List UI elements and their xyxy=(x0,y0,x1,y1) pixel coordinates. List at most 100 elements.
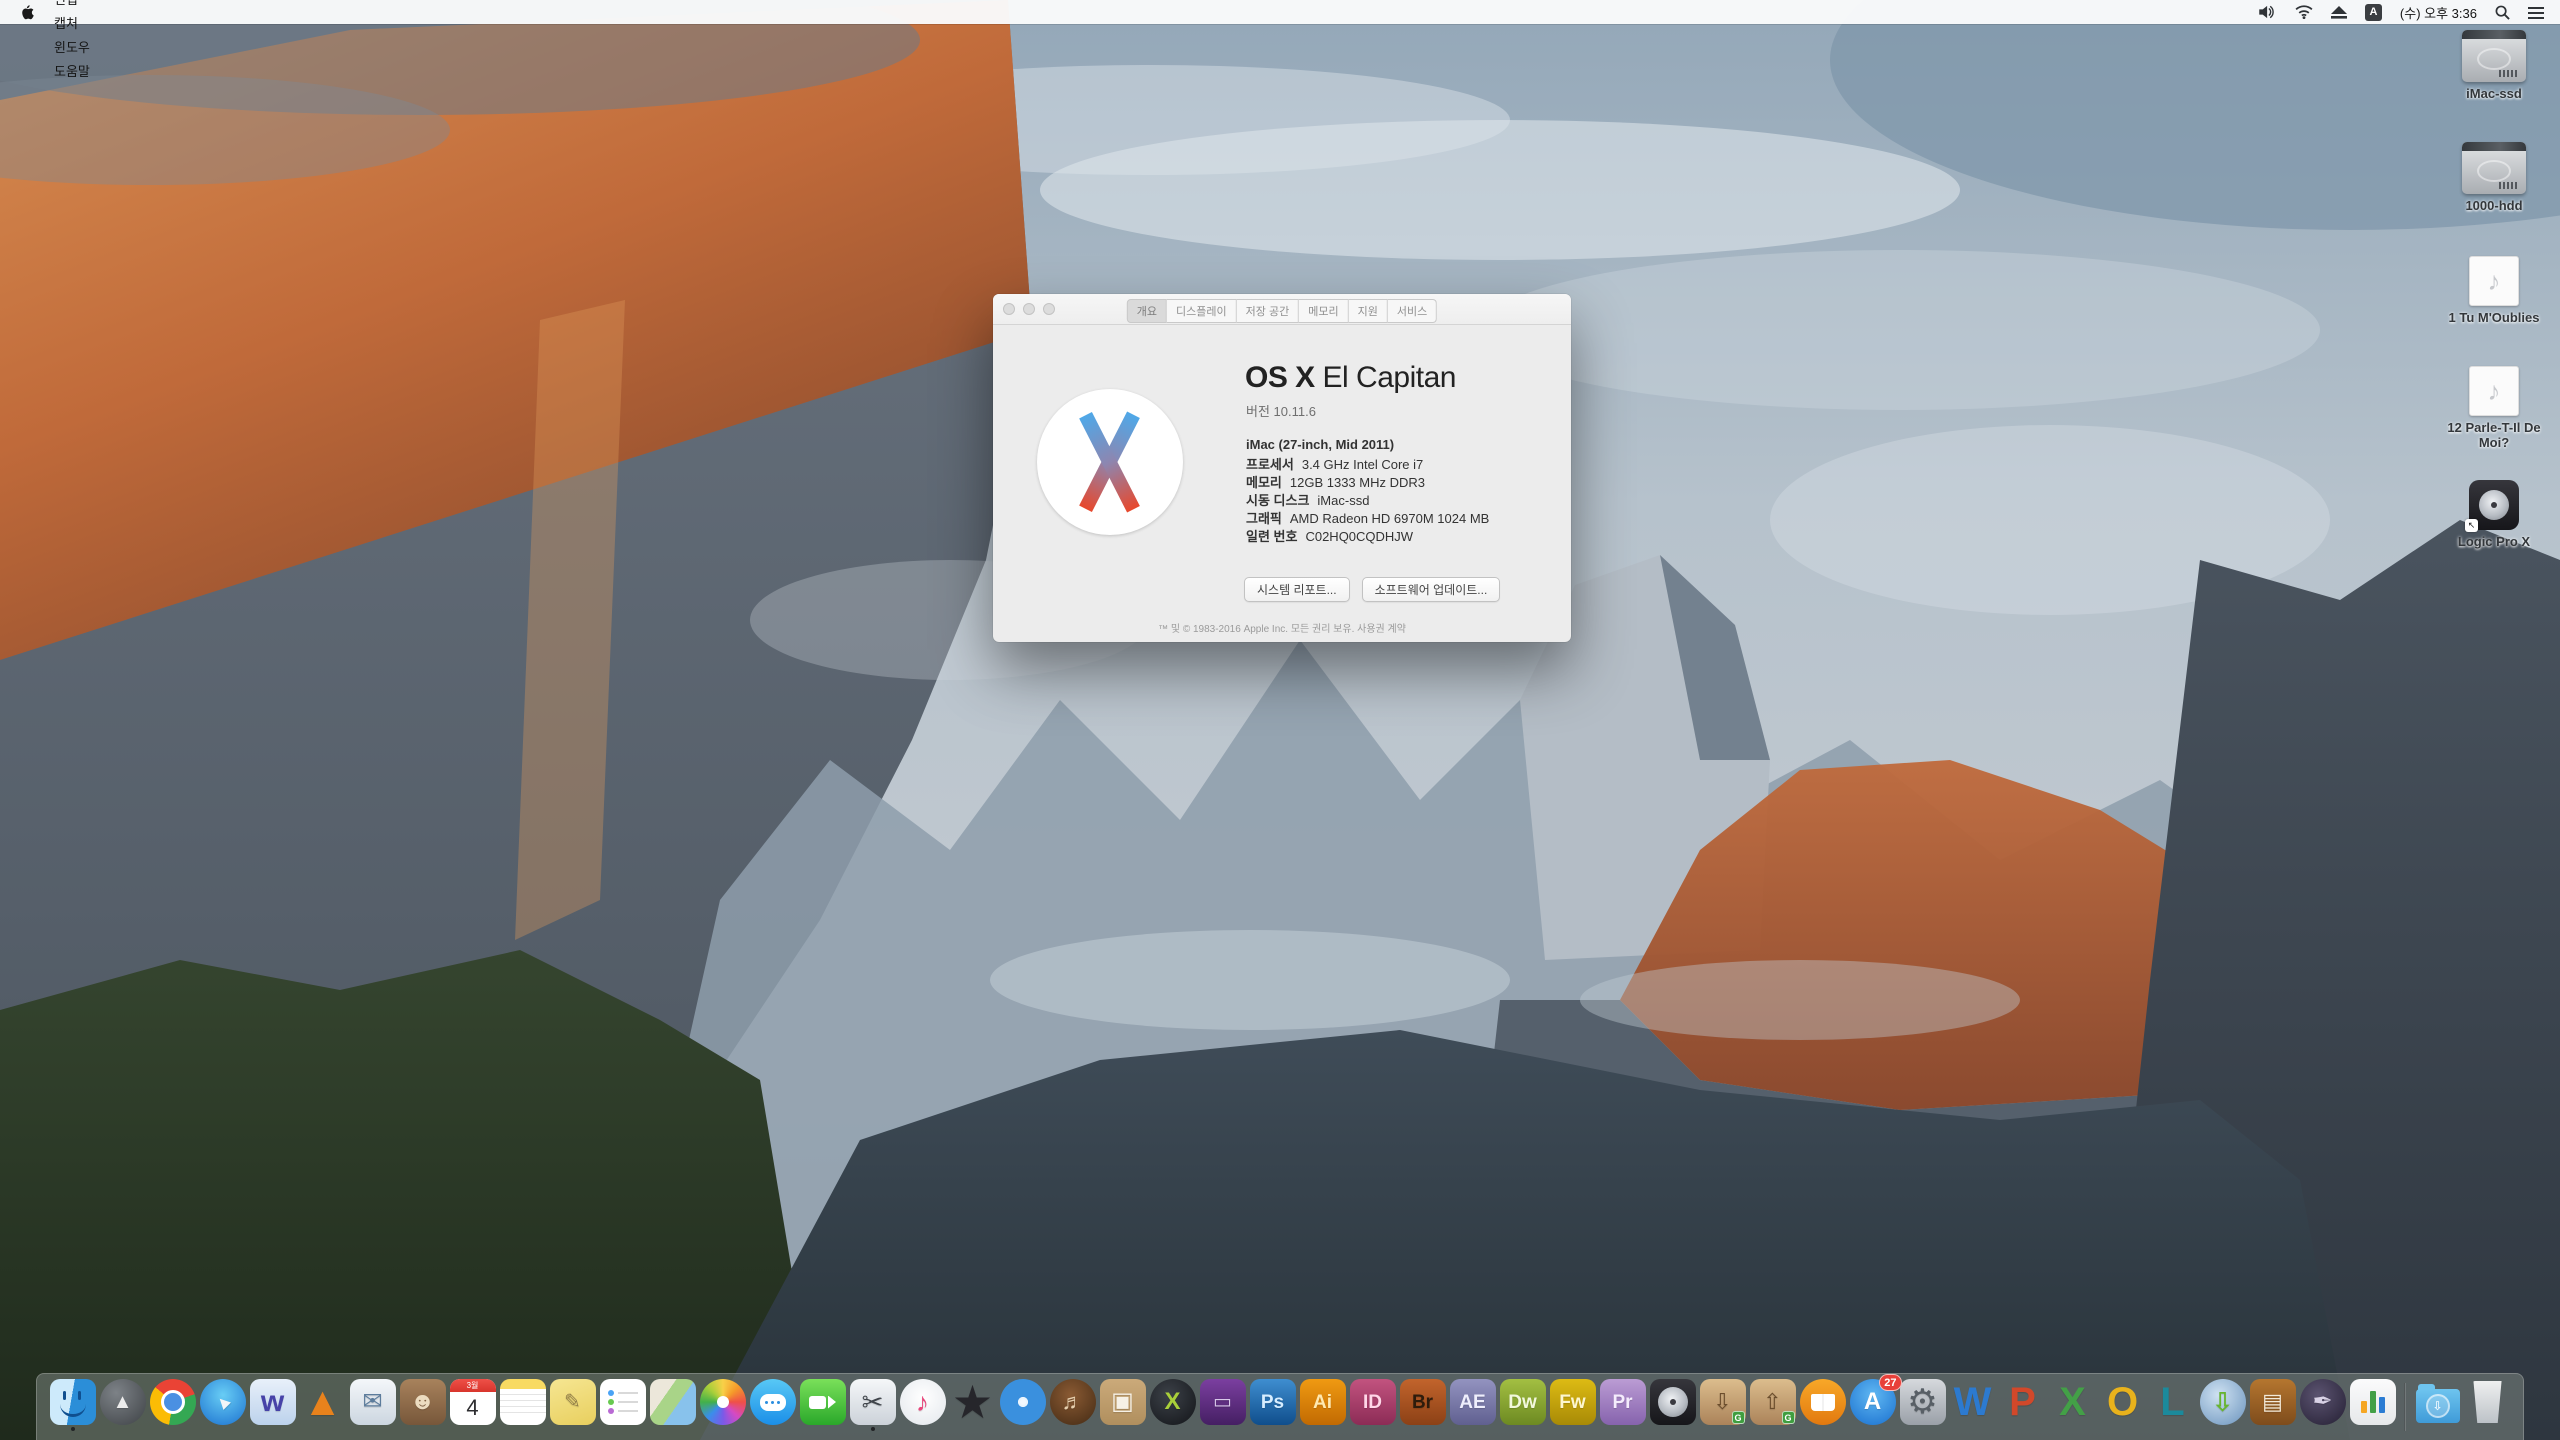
apple-menu[interactable] xyxy=(10,4,44,20)
menu-bar-clock[interactable]: (수) 오후 3:36 xyxy=(2400,3,2477,22)
dock-chrome[interactable] xyxy=(149,1379,196,1431)
dock-stickies[interactable]: ✎ xyxy=(549,1379,596,1431)
dock-launchpad[interactable]: ▲ xyxy=(99,1379,146,1431)
window-titlebar[interactable]: 개요디스플레이저장 공간메모리지원서비스 xyxy=(993,294,1571,325)
dock-garageband[interactable]: ♬ xyxy=(1049,1379,1096,1431)
dock-grab-screen-capture[interactable]: ✂ xyxy=(849,1379,896,1431)
dock-messages[interactable] xyxy=(749,1379,796,1431)
dock-vlc[interactable]: ▲ xyxy=(299,1379,346,1431)
desktop-icon-label: 1 Tu M'Oublies xyxy=(2449,311,2540,326)
spec-memory-label: 메모리 xyxy=(1246,475,1282,490)
dock-downloads-folder[interactable]: ⇩ xyxy=(2414,1379,2461,1431)
spotlight-icon[interactable] xyxy=(2495,5,2510,20)
dock-facetime[interactable] xyxy=(799,1379,846,1431)
dock-numbers[interactable] xyxy=(2349,1379,2396,1431)
traffic-lights xyxy=(1003,303,1055,315)
app-alias-icon: ↖ xyxy=(2469,480,2519,530)
software-update-button[interactable]: 소프트웨어 업데이트... xyxy=(1362,577,1501,602)
desktop-icon-1000-hdd[interactable]: 1000-hdd xyxy=(2434,142,2554,214)
dock-photos[interactable] xyxy=(699,1379,746,1431)
dock-xbmc[interactable]: X xyxy=(1149,1379,1196,1431)
dock-keynote[interactable]: ▤ xyxy=(2249,1379,2296,1431)
dock-ms-lync[interactable]: L xyxy=(2149,1379,2196,1431)
dock-indesign[interactable]: ID xyxy=(1349,1379,1396,1431)
dock-ms-excel[interactable]: X xyxy=(2049,1379,2096,1431)
zoom-button[interactable] xyxy=(1043,303,1055,315)
tab-displays[interactable]: 디스플레이 xyxy=(1167,299,1237,323)
spec-memory: 메모리12GB 1333 MHz DDR3 xyxy=(1246,476,1489,490)
tab-memory[interactable]: 메모리 xyxy=(1299,299,1348,323)
dock-finder[interactable] xyxy=(49,1379,96,1431)
hard-drive-icon xyxy=(2462,30,2526,82)
dock-logic-pro-x[interactable] xyxy=(1649,1379,1696,1431)
dock-trash[interactable] xyxy=(2464,1379,2511,1431)
menu-capture[interactable]: 캡처 xyxy=(44,12,115,36)
desktop-icon-label: 12 Parle-T-Il De Moi? xyxy=(2436,421,2552,451)
dock-after-effects[interactable]: AE xyxy=(1449,1379,1496,1431)
about-tabs: 개요디스플레이저장 공간메모리지원서비스 xyxy=(1127,299,1437,323)
eject-icon[interactable] xyxy=(2331,6,2347,19)
spec-processor: 프로세서3.4 GHz Intel Core i7 xyxy=(1246,458,1489,472)
menu-window[interactable]: 윈도우 xyxy=(44,36,115,60)
dock: ▲▲w▲✉☻3월4✎✂♪★♬▣X▭PsAiIDBrAEDwFwPr⇩G⇧GA27… xyxy=(36,1373,2524,1440)
dock-premiere[interactable]: Pr xyxy=(1599,1379,1646,1431)
desktop-icon-label: 1000-hdd xyxy=(2465,199,2522,214)
desktop-icon-song-1-tu-m-oublies[interactable]: ♪ 1 Tu M'Oublies xyxy=(2434,256,2554,326)
dock-maps[interactable] xyxy=(649,1379,696,1431)
close-button[interactable] xyxy=(1003,303,1015,315)
dock-photo-pinboard[interactable]: ▣ xyxy=(1099,1379,1146,1431)
wifi-icon[interactable] xyxy=(2295,5,2313,19)
dock-imovie[interactable]: ★ xyxy=(949,1379,996,1431)
spec-startup-disk-label: 시동 디스크 xyxy=(1246,493,1309,508)
dock-ms-word[interactable]: W xyxy=(1949,1379,1996,1431)
dock-stuffit-expander[interactable]: ⇧G xyxy=(1749,1379,1796,1431)
notification-center-icon[interactable] xyxy=(2528,6,2544,19)
dock-dreamweaver[interactable]: Dw xyxy=(1499,1379,1546,1431)
dock-system-preferences[interactable]: ⚙ xyxy=(1899,1379,1946,1431)
tab-overview[interactable]: 개요 xyxy=(1127,299,1167,323)
dock-pages[interactable]: ✒ xyxy=(2299,1379,2346,1431)
about-buttons: 시스템 리포트... 소프트웨어 업데이트... xyxy=(1244,577,1500,602)
input-source-indicator[interactable]: A xyxy=(2365,4,2382,21)
volume-icon[interactable] xyxy=(2259,5,2277,19)
spec-serial-number: 일련 번호C02HQ0CQDHJW xyxy=(1246,530,1489,544)
dock-mail[interactable]: ✉ xyxy=(349,1379,396,1431)
dock-bridge[interactable]: Br xyxy=(1399,1379,1446,1431)
copyright-footer: ™ 및 © 1983-2016 Apple Inc. 모든 권리 보유. 사용권… xyxy=(993,620,1571,635)
desktop-icon-logic-pro-x-alias[interactable]: ↖Logic Pro X xyxy=(2434,480,2554,550)
dock-calendar[interactable]: 3월4 xyxy=(449,1379,496,1431)
dock-dvd-player[interactable] xyxy=(999,1379,1046,1431)
dock-itunes[interactable]: ♪ xyxy=(899,1379,946,1431)
apple-logo-icon xyxy=(20,4,34,20)
menu-bar-status: A (수) 오후 3:36 xyxy=(2259,3,2550,22)
system-report-button[interactable]: 시스템 리포트... xyxy=(1244,577,1350,602)
dock-reminders[interactable] xyxy=(599,1379,646,1431)
dock-safari[interactable]: ▲ xyxy=(199,1379,246,1431)
dock-stuffit-drop[interactable]: ⇩G xyxy=(1699,1379,1746,1431)
menu-bar: 화면 캡처파일편집캡처윈도우도움말 A (수) 오후 3:36 xyxy=(0,0,2560,24)
dock-ms-powerpoint[interactable]: P xyxy=(1999,1379,2046,1431)
menu-edit[interactable]: 편집 xyxy=(44,0,115,12)
tab-storage[interactable]: 저장 공간 xyxy=(1237,299,1300,323)
dock-photoshop[interactable]: Ps xyxy=(1249,1379,1296,1431)
minimize-button[interactable] xyxy=(1023,303,1035,315)
dock-ibooks[interactable] xyxy=(1799,1379,1846,1431)
running-indicator xyxy=(871,1427,875,1431)
dock-w-globe-app[interactable]: w xyxy=(249,1379,296,1431)
tab-support[interactable]: 지원 xyxy=(1349,299,1388,323)
dock-notes[interactable] xyxy=(499,1379,546,1431)
dock-contacts[interactable]: ☻ xyxy=(399,1379,446,1431)
dock-fireworks[interactable]: Fw xyxy=(1549,1379,1596,1431)
tab-service[interactable]: 서비스 xyxy=(1388,299,1437,323)
dock-toast[interactable]: ▭ xyxy=(1199,1379,1246,1431)
dock-ms-outlook[interactable]: O xyxy=(2099,1379,2146,1431)
desktop-icon-imac-ssd[interactable]: iMac-ssd xyxy=(2434,30,2554,102)
dock-illustrator[interactable]: Ai xyxy=(1299,1379,1346,1431)
menu-help[interactable]: 도움말 xyxy=(44,60,115,84)
dock-app-store[interactable]: A27 xyxy=(1849,1379,1896,1431)
desktop-icon-song-12-parle-t-il-de-moi[interactable]: ♪12 Parle-T-Il De Moi? xyxy=(2434,366,2554,451)
dock-web-downloader[interactable]: ⇩ xyxy=(2199,1379,2246,1431)
audio-file-icon: ♪ xyxy=(2469,256,2519,306)
dock-divider xyxy=(2404,1383,2406,1431)
hard-drive-icon xyxy=(2462,142,2526,194)
